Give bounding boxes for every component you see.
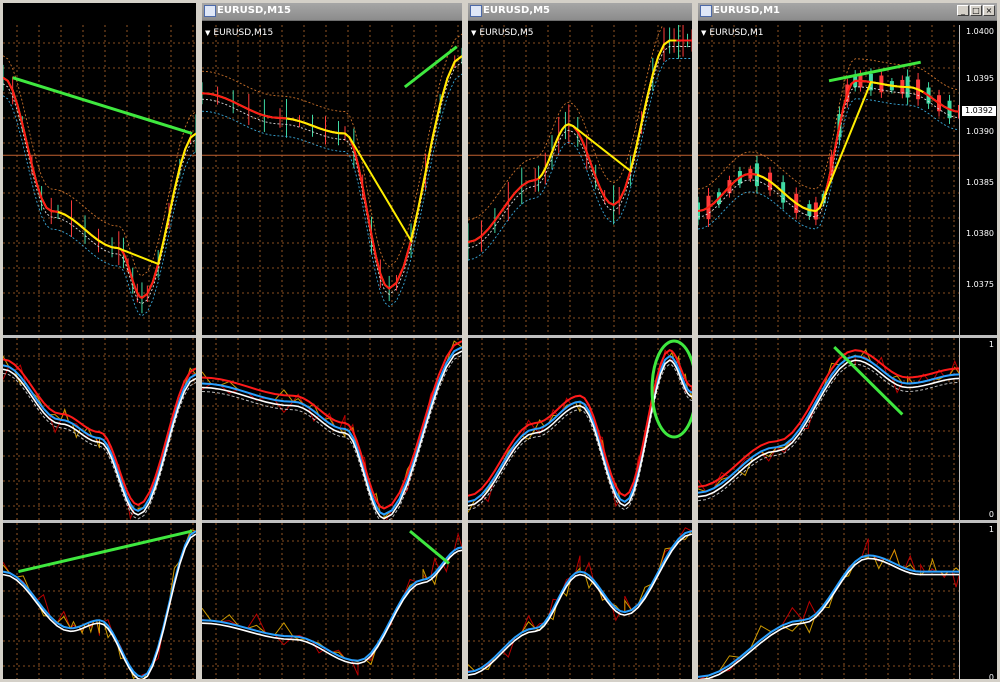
caret-down-icon: ▼: [471, 29, 477, 37]
oscillator-pane-1[interactable]: [3, 338, 196, 520]
price-pane[interactable]: ▼ EURUSD,M1 1.0400 1.0395 1.0392 1.0390 1…: [698, 25, 997, 335]
window-titlebar[interactable]: EURUSD,M5: [468, 3, 692, 21]
window-title: EURUSD,M1: [713, 5, 780, 16]
current-price-tag: 1.0392: [962, 106, 996, 116]
price-axis: 1.0400 1.0395 1.0392 1.0390 1.0385 1.038…: [959, 25, 997, 335]
chart-label-text: EURUSD,M5: [479, 28, 534, 38]
chart-window-icon: [204, 5, 216, 17]
moving-average-yellow-seg: [57, 132, 196, 266]
window-controls: _ □ ×: [957, 5, 995, 16]
moving-average-yellow-seg: [756, 80, 924, 213]
chart-symbol-label: ▼ EURUSD,M5: [471, 28, 534, 38]
oscillator-pane-2[interactable]: [202, 523, 462, 679]
moving-average-yellow-seg: [537, 39, 677, 180]
trend-line: [12, 76, 193, 135]
chart-symbol-label: ▼ EURUSD,M1: [701, 28, 764, 38]
chart-window-eurusd-m5[interactable]: EURUSD,M5 ▼ EURUSD,M5: [465, 0, 695, 682]
oscillator-line-white: [3, 533, 196, 679]
moving-average-red: [3, 76, 196, 299]
price-tick: 1.0390: [966, 127, 994, 136]
oscillator-line-gold: [202, 546, 462, 666]
close-button[interactable]: ×: [983, 5, 995, 16]
oscillator-axis-1: 1 0: [959, 338, 997, 520]
axis-max-label: 1: [988, 340, 994, 349]
price-chart: [202, 25, 462, 335]
window-title: EURUSD,M15: [217, 5, 291, 16]
price-tick: 1.0400: [966, 27, 994, 36]
moving-average-red: [468, 39, 692, 243]
oscillator-line-blue: [468, 530, 692, 674]
chart-symbol-label: ▼ EURUSD,M15: [205, 28, 273, 38]
oscillator-line-darkred: [202, 531, 462, 676]
oscillator-chart-1: [202, 338, 462, 520]
oscillator-chart-1: [468, 338, 692, 520]
price-tick: 1.0375: [966, 280, 994, 289]
chart-window-eurusd-m1[interactable]: EURUSD,M1 _ □ × ▼ EURUSD,M1 1.0400 1.0395…: [695, 0, 1000, 682]
price-pane[interactable]: [3, 25, 196, 335]
oscillator-chart-2: [468, 523, 692, 679]
trend-line: [18, 529, 193, 574]
oscillator-chart-2: [3, 523, 196, 679]
moving-average-blue: [3, 95, 196, 317]
window-titlebar[interactable]: EURUSD,M15: [202, 3, 462, 21]
oscillator-axis-2: 1 0: [959, 523, 997, 682]
moving-average-yellow: [202, 55, 462, 290]
oscillator-chart-2: [202, 523, 462, 679]
oscillator-chart-1: [698, 338, 960, 520]
axis-min-label: 0: [988, 673, 994, 682]
window-titlebar[interactable]: EURUSD,M1 _ □ ×: [698, 3, 997, 21]
oscillator-chart-2: [698, 523, 960, 679]
oscillator-pane-2[interactable]: [3, 523, 196, 679]
price-tick: 1.0380: [966, 229, 994, 238]
chart-label-text: EURUSD,M15: [213, 28, 274, 38]
moving-average-white: [202, 61, 462, 296]
oscillator-line-white: [698, 557, 960, 679]
moving-average-yellow: [698, 79, 960, 213]
chart-window-1[interactable]: [0, 0, 199, 682]
price-tick: 1.0385: [966, 178, 994, 187]
oscillator-line-dashed: [468, 363, 692, 511]
price-chart: [468, 25, 692, 335]
oscillator-line-white: [202, 350, 462, 520]
chart-label-text: EURUSD,M1: [709, 28, 764, 38]
chart-window-icon: [470, 5, 482, 17]
moving-average-white: [3, 83, 196, 305]
oscillator-pane-1[interactable]: [202, 338, 462, 520]
moving-average-blue: [468, 58, 692, 261]
oscillator-pane-2[interactable]: [468, 523, 692, 679]
moving-average-yellow: [3, 76, 196, 299]
chart-window-eurusd-m15[interactable]: EURUSD,M15 ▼ EURUSD,M15: [199, 0, 465, 682]
price-pane[interactable]: ▼ EURUSD,M15: [202, 25, 462, 335]
oscillator-line-white: [468, 359, 692, 507]
moving-average-yellow-seg: [286, 55, 462, 244]
price-chart: [698, 25, 960, 335]
caret-down-icon: ▼: [701, 29, 707, 37]
price-chart: [3, 25, 196, 335]
oscillator-line-blue: [468, 355, 692, 503]
axis-min-label: 0: [988, 510, 994, 519]
minimize-button[interactable]: _: [957, 5, 969, 16]
oscillator-chart-1: [3, 338, 196, 520]
chart-window-icon: [700, 5, 712, 17]
oscillator-pane-1[interactable]: [468, 338, 692, 520]
oscillator-line-blue: [202, 546, 462, 662]
restore-button[interactable]: □: [970, 5, 982, 16]
oscillator-pane-2[interactable]: 1 0: [698, 523, 997, 682]
window-title: EURUSD,M5: [483, 5, 550, 16]
oscillator-pane-1[interactable]: 1 0: [698, 338, 997, 520]
price-pane[interactable]: ▼ EURUSD,M5: [468, 25, 692, 335]
axis-max-label: 1: [988, 525, 994, 534]
moving-average-red: [698, 79, 960, 213]
moving-average-red: [202, 55, 462, 290]
oscillator-line-white: [202, 549, 462, 665]
moving-average-orange: [698, 58, 960, 190]
trend-line: [409, 529, 450, 565]
oscillator-line-white: [468, 533, 692, 676]
price-tick: 1.0395: [966, 74, 994, 83]
caret-down-icon: ▼: [205, 29, 211, 37]
